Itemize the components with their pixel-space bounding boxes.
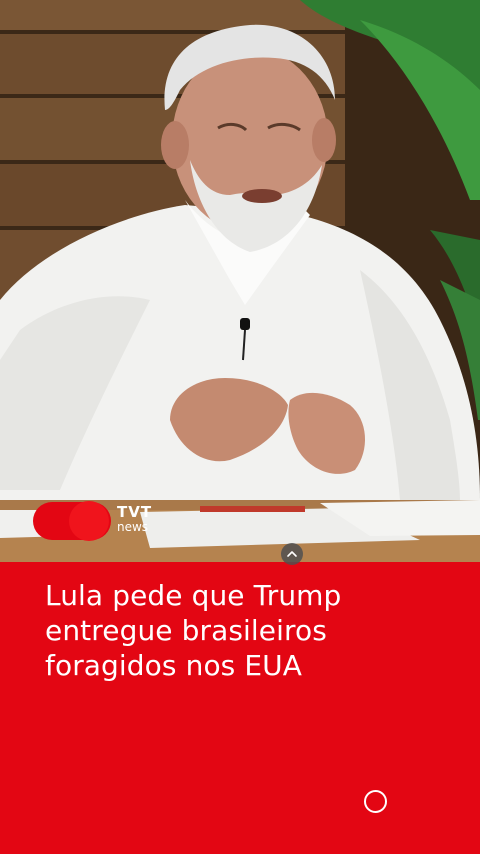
- chevron-up-icon: [287, 551, 297, 557]
- video-scene: [0, 0, 480, 562]
- logo-sub-text: news: [117, 520, 149, 534]
- logo-circle-shape: [69, 501, 109, 541]
- collapse-button[interactable]: [281, 543, 303, 565]
- channel-logo: TVT news: [33, 501, 163, 541]
- headline-text: Lula pede que Trump entregue brasileiros…: [45, 579, 342, 682]
- video-frame[interactable]: TVT news: [0, 0, 480, 562]
- record-button[interactable]: [364, 790, 387, 813]
- logo-brand-text: TVT: [117, 503, 153, 521]
